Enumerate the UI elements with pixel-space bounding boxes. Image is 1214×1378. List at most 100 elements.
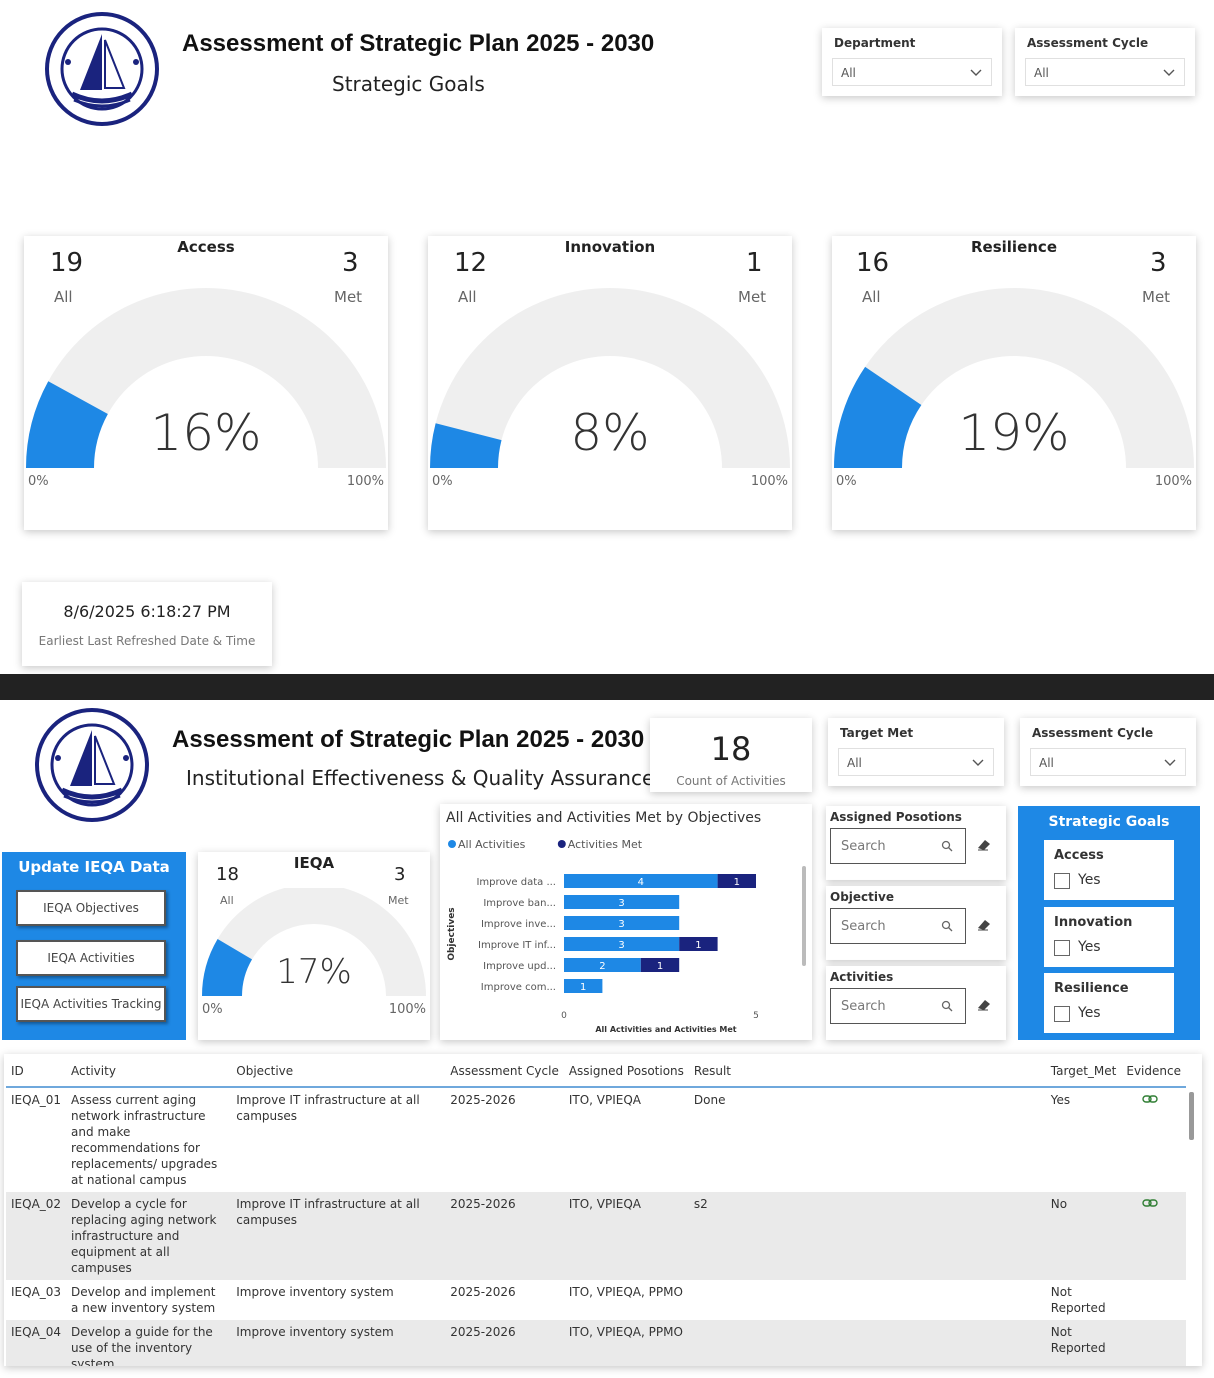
table-row[interactable]: IEQA_02 Develop a cycle for replacing agi…: [6, 1192, 1186, 1280]
col-header-evidence[interactable]: Evidence: [1121, 1058, 1186, 1088]
activities-slicer: Activities Search: [826, 966, 1006, 1040]
legend-label: All Activities: [458, 838, 526, 851]
col-header-positions[interactable]: Assigned Posotions: [563, 1058, 689, 1088]
link-icon[interactable]: [1142, 1198, 1159, 1208]
assigned-positions-search[interactable]: Search: [830, 828, 966, 864]
search-icon: [941, 840, 953, 852]
row-evidence[interactable]: [1121, 1192, 1186, 1280]
objective-slicer: Objective Search: [826, 886, 1006, 960]
row-result: [688, 1320, 1046, 1366]
chevron-down-icon: [1163, 69, 1175, 76]
bar-value-label: 1: [657, 961, 663, 972]
x-axis-label: All Activities and Activities Met: [595, 1025, 736, 1034]
row-activity: Develop and implement a new inventory sy…: [71, 1285, 216, 1315]
gauge-access: Access 19 All 3 Met 16% 0% 100%: [24, 236, 388, 530]
row-positions: ITO, VPIEQA: [568, 1093, 641, 1107]
row-activity: Assess current aging network infrastruct…: [71, 1093, 218, 1187]
ieqa-activities-button[interactable]: IEQA Activities: [16, 940, 166, 976]
gauge-percent: 17%: [276, 952, 352, 992]
activities-search[interactable]: Search: [830, 988, 966, 1024]
update-ieqa-title: Update IEQA Data: [18, 858, 170, 876]
category-label: Improve upd...: [483, 961, 556, 972]
table-row[interactable]: IEQA_04 Develop a guide for the use of th…: [6, 1320, 1186, 1366]
row-target-met: Not Reported: [1050, 1285, 1106, 1315]
department-slicer[interactable]: Department All: [822, 28, 1002, 96]
eraser-icon[interactable]: [976, 998, 992, 1012]
assessment-cycle-dropdown[interactable]: All: [1030, 748, 1186, 776]
col-header-objective[interactable]: Objective: [231, 1058, 446, 1088]
goal-innovation-filter[interactable]: Innovation Yes: [1044, 907, 1174, 967]
col-header-activity[interactable]: Activity: [66, 1058, 232, 1088]
gauge-all-count: 16: [856, 248, 890, 278]
gauge-met-count: 3: [394, 864, 406, 885]
target-met-dropdown[interactable]: All: [838, 748, 994, 776]
gauge-max-label: 100%: [346, 474, 384, 489]
page-title: Assessment of Strategic Plan 2025 - 2030: [172, 726, 645, 753]
gauge-met-count: 3: [1150, 248, 1167, 278]
objective-search[interactable]: Search: [830, 908, 966, 944]
table-scrollbar[interactable]: [1189, 1092, 1194, 1140]
ieqa-objectives-button[interactable]: IEQA Objectives: [16, 890, 166, 926]
row-evidence[interactable]: [1121, 1087, 1186, 1192]
col-header-result[interactable]: Result: [688, 1058, 1046, 1088]
search-placeholder: Search: [841, 839, 886, 854]
col-header-id[interactable]: ID: [6, 1058, 67, 1088]
target-met-slicer[interactable]: Target Met All: [828, 718, 1004, 786]
row-evidence: [1121, 1280, 1186, 1320]
gauge-innovation: Innovation 12 All 1 Met 8% 0% 100%: [428, 236, 792, 530]
row-positions: ITO, VPIEQA, PPMO: [568, 1285, 683, 1299]
link-icon[interactable]: [1142, 1094, 1159, 1104]
activity-count-label: Count of Activities: [676, 774, 786, 788]
department-value: All: [841, 66, 856, 80]
assessment-cycle-slicer[interactable]: Assessment Cycle All: [1020, 718, 1196, 786]
row-cycle: 2025-2026: [450, 1285, 516, 1299]
refresh-datetime: 8/6/2025 6:18:27 PM: [63, 602, 231, 621]
gauge-min-label: 0%: [836, 474, 857, 489]
department-label: Department: [834, 36, 916, 50]
goal-checkbox[interactable]: [1054, 873, 1070, 889]
gauge-min-label: 0%: [202, 1002, 223, 1017]
search-icon: [941, 1000, 953, 1012]
eraser-icon[interactable]: [976, 918, 992, 932]
bar-value-label: 4: [638, 877, 644, 888]
target-met-value: All: [847, 756, 862, 770]
row-activity: Develop a guide for the use of the inven…: [66, 1320, 232, 1366]
goal-checkbox[interactable]: [1054, 1006, 1070, 1022]
refresh-label: Earliest Last Refreshed Date & Time: [38, 634, 256, 648]
y-axis-label: Objectives: [447, 907, 457, 960]
legend-marker: [557, 840, 566, 848]
section-divider: [0, 674, 1214, 700]
assigned-positions-slicer: Assigned Posotions Search: [826, 806, 1006, 880]
ieqa-activities-tracking-button[interactable]: IEQA Activities Tracking: [16, 986, 166, 1022]
category-label: Improve inve...: [481, 919, 556, 930]
row-result: [689, 1280, 1046, 1320]
row-objective: Improve inventory system: [231, 1320, 446, 1366]
gauge-max-label: 100%: [388, 1002, 426, 1017]
department-dropdown[interactable]: All: [832, 58, 992, 86]
gauge-all-count: 19: [50, 248, 84, 278]
row-result: Done: [693, 1093, 726, 1107]
row-target-met: No: [1045, 1192, 1122, 1280]
strategic-goals-title: Strategic Goals: [1048, 814, 1170, 830]
row-target-met: Yes: [1050, 1093, 1071, 1107]
eraser-icon[interactable]: [976, 838, 992, 852]
assessment-cycle-label: Assessment Cycle: [1027, 36, 1149, 50]
goal-access-filter[interactable]: Access Yes: [1044, 840, 1174, 900]
gauge-all-count: 18: [216, 864, 239, 885]
table-row[interactable]: IEQA_03 Develop and implement a new inven…: [6, 1280, 1186, 1320]
x-tick-label: 5: [753, 1011, 759, 1021]
goal-resilience-filter[interactable]: Resilience Yes: [1044, 973, 1174, 1033]
goal-checkbox[interactable]: [1054, 940, 1070, 956]
col-header-cycle[interactable]: Assessment Cycle: [445, 1058, 564, 1088]
college-logo: [35, 708, 149, 822]
bar-value-label: 3: [618, 898, 624, 909]
row-positions: ITO, VPIEQA: [563, 1192, 689, 1280]
col-header-target-met[interactable]: Target_Met: [1045, 1058, 1122, 1088]
bar-value-label: 3: [618, 919, 624, 930]
gauge-met-count: 3: [342, 248, 359, 278]
table-row[interactable]: IEQA_01 Assess current aging network infr…: [6, 1087, 1186, 1192]
activity-count-value: 18: [710, 730, 752, 768]
goal-label: Access: [1054, 848, 1104, 863]
assessment-cycle-slicer[interactable]: Assessment Cycle All: [1015, 28, 1195, 96]
assessment-cycle-dropdown[interactable]: All: [1025, 58, 1185, 86]
